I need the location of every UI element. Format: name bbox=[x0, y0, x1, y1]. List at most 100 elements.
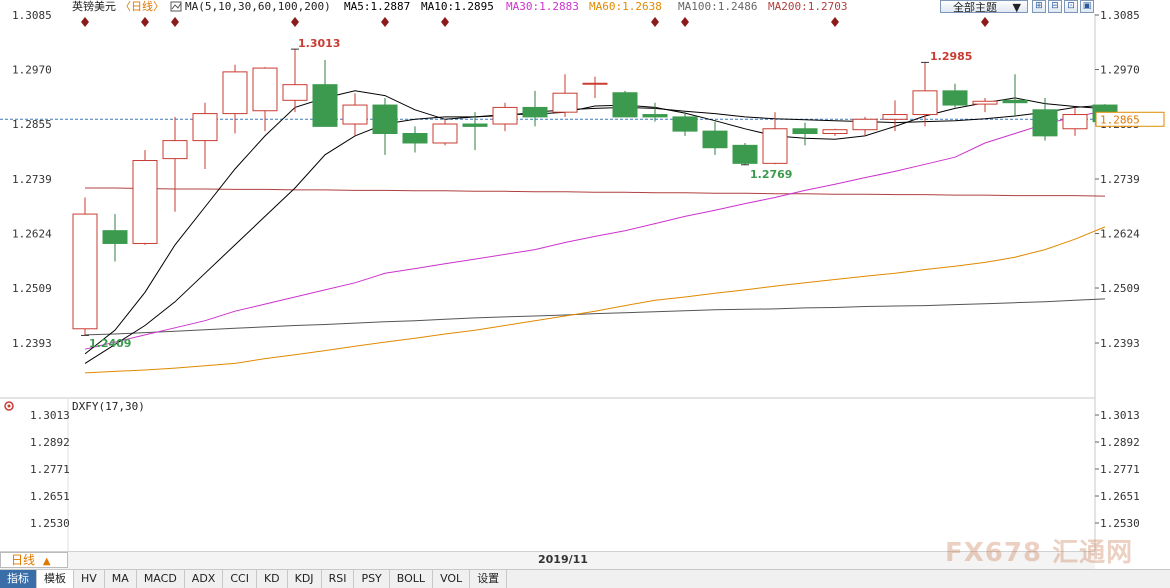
event-marker-icon[interactable] bbox=[141, 17, 149, 27]
tab-templates[interactable]: 模板 bbox=[37, 570, 74, 588]
candle[interactable] bbox=[282, 49, 308, 113]
sub-tick-label: 1.2530 bbox=[1100, 517, 1140, 530]
candle[interactable] bbox=[402, 126, 428, 153]
candle[interactable] bbox=[702, 121, 728, 155]
price-tick-label-left: 1.2970 bbox=[12, 64, 52, 77]
tab-rsi[interactable]: RSI bbox=[322, 570, 355, 588]
candle[interactable] bbox=[822, 128, 848, 136]
zoom-in-icon[interactable]: ⊞ bbox=[1032, 0, 1046, 13]
candle-body-down bbox=[942, 90, 968, 106]
candle[interactable] bbox=[102, 214, 128, 262]
candle[interactable] bbox=[732, 142, 758, 165]
candle-body-up bbox=[252, 67, 278, 112]
event-marker-icon[interactable] bbox=[381, 17, 389, 27]
candle[interactable] bbox=[432, 119, 458, 146]
candle[interactable] bbox=[522, 90, 548, 127]
period-selector[interactable]: 日线 ▲ bbox=[0, 552, 68, 568]
candle[interactable] bbox=[1002, 74, 1028, 117]
tab-settings[interactable]: 设置 bbox=[470, 570, 508, 588]
ma200-line bbox=[85, 187, 1106, 197]
symbol-label: 英镑美元 bbox=[72, 0, 116, 13]
ma10-line bbox=[84, 104, 1106, 364]
layout-icon[interactable]: ⊡ bbox=[1064, 0, 1078, 13]
candle[interactable] bbox=[882, 100, 908, 132]
tab-psy[interactable]: PSY bbox=[354, 570, 390, 588]
settings-gear-icon-center bbox=[7, 404, 11, 408]
sub-indicator-label: DXFY(17,30) bbox=[72, 400, 145, 413]
candle[interactable] bbox=[912, 62, 938, 127]
candle-body-down bbox=[522, 106, 548, 118]
candle[interactable] bbox=[972, 97, 998, 113]
candle[interactable] bbox=[72, 197, 98, 336]
candle[interactable] bbox=[552, 74, 578, 117]
tab-indicators[interactable]: 指标 bbox=[0, 570, 37, 588]
candle-body-up bbox=[282, 84, 308, 101]
candle-body-down bbox=[312, 84, 338, 127]
candle[interactable] bbox=[132, 150, 158, 245]
sub-tick-label-left: 1.2892 bbox=[30, 436, 70, 449]
candle-body-up bbox=[222, 71, 248, 115]
chevron-down-icon: ▼ bbox=[1012, 1, 1021, 14]
candle-body-up bbox=[342, 104, 368, 125]
theme-dropdown-button[interactable]: 全部主题 ▼ bbox=[940, 0, 1028, 14]
sub-tick-label: 1.3013 bbox=[1100, 409, 1140, 422]
tab-hv[interactable]: HV bbox=[74, 570, 105, 588]
candle-body-up bbox=[762, 128, 788, 164]
candle-body-down bbox=[792, 128, 818, 134]
sub-tick-label-left: 1.2530 bbox=[30, 517, 70, 530]
indicator-header: 英镑美元 〈日线〉 MA(5,10,30,60,100,200) MA5:1.2… bbox=[0, 0, 1170, 14]
sub-tick-label-left: 1.2771 bbox=[30, 463, 70, 476]
tab-boll[interactable]: BOLL bbox=[390, 570, 434, 588]
candle[interactable] bbox=[762, 112, 788, 165]
event-marker-icon[interactable] bbox=[651, 17, 659, 27]
event-marker-icon[interactable] bbox=[831, 17, 839, 27]
candle[interactable] bbox=[192, 102, 218, 170]
candle[interactable] bbox=[222, 64, 248, 134]
event-marker-icon[interactable] bbox=[291, 17, 299, 27]
candle[interactable] bbox=[312, 60, 338, 127]
candle[interactable] bbox=[792, 122, 818, 146]
tab-kd[interactable]: KD bbox=[257, 570, 288, 588]
price-tick-label: 1.2739 bbox=[1100, 173, 1140, 186]
ma5-value: MA5:1.2887 bbox=[344, 0, 410, 13]
ma10-value: MA10:1.2895 bbox=[421, 0, 494, 13]
sub-chart: DXFY(17,30)1.3013 1.30131.2892 1.28921.277… bbox=[4, 400, 1140, 530]
event-marker-icon[interactable] bbox=[681, 17, 689, 27]
candle[interactable] bbox=[942, 83, 968, 108]
tab-cci[interactable]: CCI bbox=[223, 570, 257, 588]
event-marker-icon[interactable] bbox=[171, 17, 179, 27]
candle[interactable] bbox=[162, 116, 188, 212]
price-tick-label-left: 1.2393 bbox=[12, 337, 52, 350]
tab-kdj[interactable]: KDJ bbox=[288, 570, 322, 588]
candle-body-up bbox=[582, 82, 608, 85]
sub-tick-label-left: 1.3013 bbox=[30, 409, 70, 422]
candle-body-up bbox=[492, 106, 518, 125]
header-legend: 英镑美元 〈日线〉 MA(5,10,30,60,100,200) MA5:1.2… bbox=[72, 0, 847, 13]
tab-vol[interactable]: VOL bbox=[433, 570, 471, 588]
price-axis: 1.30851.30851.29701.29701.28551.28551.27… bbox=[12, 9, 1165, 350]
price-tick-label: 1.2509 bbox=[1100, 282, 1140, 295]
tab-macd[interactable]: MACD bbox=[137, 570, 185, 588]
tab-ma[interactable]: MA bbox=[105, 570, 137, 588]
candle[interactable] bbox=[582, 76, 608, 98]
event-marker-icon[interactable] bbox=[981, 17, 989, 27]
candle[interactable] bbox=[342, 93, 368, 136]
event-marker-icon[interactable] bbox=[81, 17, 89, 27]
event-marker-icon[interactable] bbox=[441, 17, 449, 27]
indicator-tabbar: 指标 模板 HV MA MACD ADX CCI KD KDJ RSI PSY BOLL VOL 设置 bbox=[0, 569, 1170, 588]
tab-adx[interactable]: ADX bbox=[185, 570, 224, 588]
price-tick-label: 1.2970 bbox=[1100, 64, 1140, 77]
zoom-out-icon[interactable]: ⊟ bbox=[1048, 0, 1062, 13]
candle[interactable] bbox=[492, 102, 518, 132]
fullscreen-icon[interactable]: ▣ bbox=[1080, 0, 1094, 13]
candle-body-down bbox=[372, 104, 398, 134]
period-label: 日线 bbox=[11, 553, 36, 567]
moving-average-lines bbox=[84, 90, 1106, 374]
candle[interactable] bbox=[1062, 107, 1088, 136]
candle[interactable] bbox=[372, 97, 398, 155]
sub-tick-label: 1.2651 bbox=[1100, 490, 1140, 503]
candle[interactable] bbox=[252, 67, 278, 132]
watermark-logo: FX678 汇通网 bbox=[945, 538, 1134, 568]
candle[interactable] bbox=[612, 90, 638, 118]
chart-canvas[interactable]: 1.30131.29851.24091.2769 1.30851.30851.2… bbox=[0, 0, 1170, 587]
